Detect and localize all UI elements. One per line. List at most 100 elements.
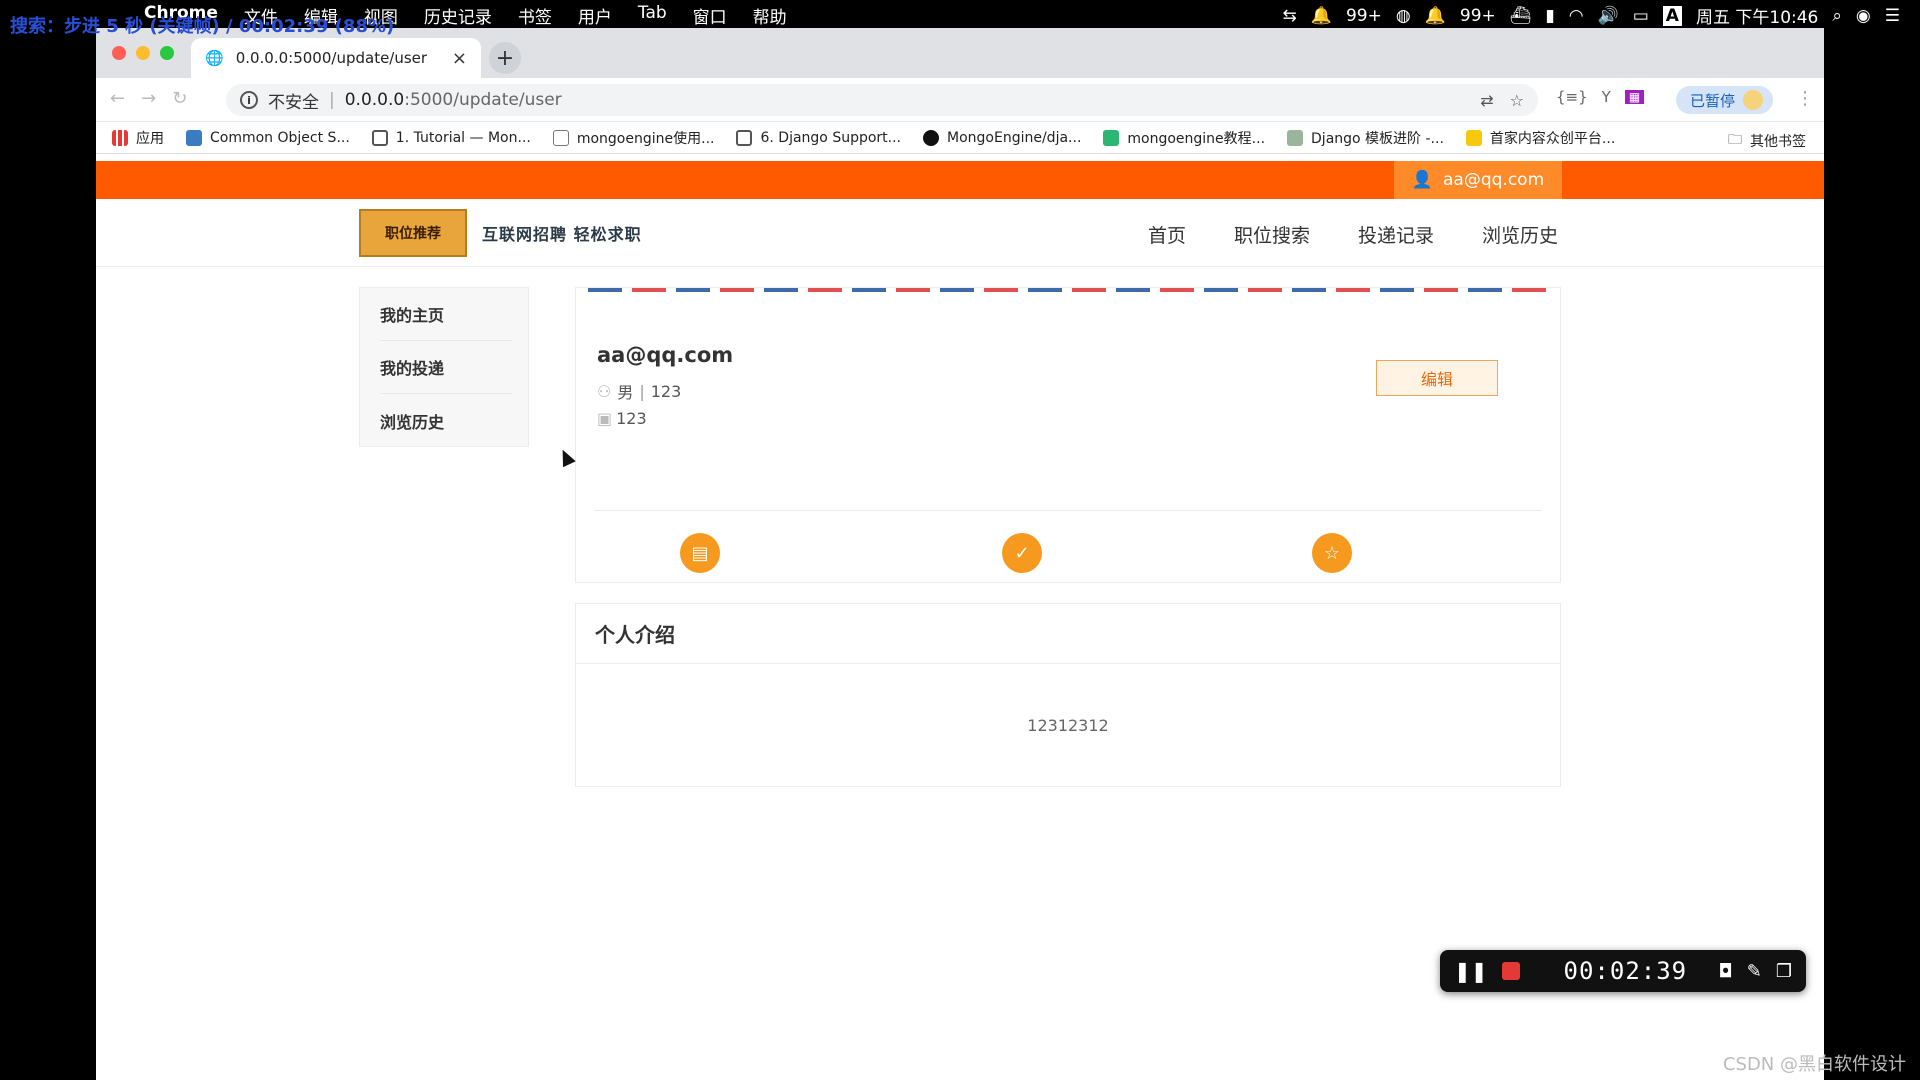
- sidebar-item-applications[interactable]: 我的投递: [380, 341, 512, 394]
- bookmark-item[interactable]: MongoEngine/dja...: [923, 129, 1082, 146]
- json-extension-icon[interactable]: {≡}: [1556, 88, 1588, 106]
- pause-icon[interactable]: ❚❚: [1454, 959, 1488, 983]
- siri-icon[interactable]: ◉: [1856, 6, 1871, 26]
- volume-icon[interactable]: 🔊: [1598, 6, 1619, 26]
- screen-recorder-bar: ❚❚ 00:02:39 ◘ ✎ ❐: [1440, 950, 1806, 992]
- battery-icon[interactable]: ▭: [1633, 6, 1649, 26]
- watermark: CSDN @黑白软件设计: [1722, 1054, 1906, 1075]
- nav-home[interactable]: 首页: [1148, 221, 1186, 248]
- nav-history[interactable]: 浏览历史: [1482, 221, 1558, 248]
- edit-button[interactable]: 编辑: [1376, 360, 1498, 396]
- briefcase-icon: ▣: [597, 409, 613, 428]
- bookmark-item[interactable]: 首家内容众创平台...: [1465, 128, 1615, 148]
- docker-icon[interactable]: ⛴: [1510, 6, 1532, 26]
- sidebar-item-history[interactable]: 浏览历史: [380, 394, 512, 447]
- bookmark-label: MongoEngine/dja...: [947, 129, 1082, 146]
- teamviewer-icon[interactable]: ⇆: [1283, 6, 1297, 26]
- site-icon: [1465, 129, 1482, 146]
- close-window-button[interactable]: [112, 46, 126, 60]
- qq-badge-1: 99+: [1345, 5, 1382, 26]
- github-icon: [923, 129, 940, 146]
- menu-help[interactable]: 帮助: [753, 3, 787, 28]
- minimize-window-button[interactable]: [136, 46, 150, 60]
- stop-icon[interactable]: [1501, 962, 1520, 980]
- nav-applications[interactable]: 投递记录: [1358, 221, 1434, 248]
- bookmark-item[interactable]: mongoengine教程...: [1103, 128, 1265, 148]
- profile-avatar: [1743, 90, 1764, 110]
- bookmark-item[interactable]: Django 模板进阶 -...: [1287, 128, 1444, 148]
- control-center-icon[interactable]: ☰: [1885, 6, 1900, 26]
- python-icon: [186, 129, 202, 146]
- profile-paused-button[interactable]: 已暂停: [1676, 86, 1774, 114]
- menu-history[interactable]: 历史记录: [424, 3, 492, 28]
- menu-user[interactable]: 用户: [578, 3, 612, 28]
- clipboard-check-icon[interactable]: ✓: [1002, 533, 1042, 573]
- info-icon[interactable]: i: [240, 91, 258, 109]
- star-icon[interactable]: ☆: [1312, 533, 1352, 573]
- doc-icon: [736, 129, 753, 146]
- qq-bell-icon-2[interactable]: 🔔: [1425, 6, 1446, 26]
- profile-age: 123: [650, 381, 682, 401]
- other-bookmarks-label: 其他书签: [1750, 134, 1806, 150]
- profile-card: aa@qq.com ⚇ 男 | 123 ▣ 123 编辑 ▤ ✓ ☆: [575, 287, 1561, 583]
- bookmark-star-icon[interactable]: ☆: [1510, 91, 1524, 110]
- notification-icon[interactable]: ▮: [1545, 6, 1554, 26]
- site-logo[interactable]: 职位推荐: [359, 209, 467, 257]
- address-separator: |: [329, 90, 335, 110]
- nav-buttons: ← → ↻: [110, 88, 187, 109]
- tab-close-icon[interactable]: ×: [452, 48, 467, 69]
- info-divider: |: [639, 381, 645, 401]
- yandex-extension-icon[interactable]: Y: [1602, 88, 1611, 106]
- spotlight-icon[interactable]: ⌕: [1832, 6, 1842, 26]
- forward-icon[interactable]: →: [141, 88, 156, 109]
- bookmark-label: mongoengine使用...: [576, 130, 715, 147]
- bookmark-item[interactable]: 6. Django Support...: [736, 129, 901, 146]
- bookmark-item[interactable]: Common Object S...: [186, 129, 350, 146]
- other-bookmarks[interactable]: 🗀 其他书签: [1728, 129, 1806, 153]
- site-header: 职位推荐 互联网招聘 轻松求职 首页 职位搜索 投递记录 浏览历史: [96, 199, 1824, 267]
- bookmark-apps[interactable]: 应用: [112, 128, 164, 148]
- back-icon[interactable]: ←: [110, 88, 125, 109]
- window-icon[interactable]: ❐: [1776, 961, 1792, 982]
- new-tab-button[interactable]: +: [489, 42, 521, 74]
- resume-icon[interactable]: ▤: [680, 533, 720, 573]
- user-icon: 👤: [1411, 170, 1434, 190]
- bookmark-item[interactable]: 1. Tutorial — Mon...: [371, 129, 531, 146]
- site-topbar: 👤 aa@qq.com: [96, 161, 1824, 199]
- doc-icon: [371, 129, 388, 146]
- pen-icon[interactable]: ✎: [1747, 961, 1762, 982]
- folder-icon: 🗀: [1728, 132, 1742, 148]
- camera-icon[interactable]: ◘: [1719, 961, 1733, 982]
- insecure-label[interactable]: 不安全: [268, 88, 319, 113]
- wifi-icon[interactable]: ◠: [1569, 6, 1584, 26]
- window-controls: [112, 46, 174, 60]
- web-page: 👤 aa@qq.com 职位推荐 互联网招聘 轻松求职 首页 职位搜索 投递记录…: [96, 161, 1824, 1080]
- profile-extra: ▣ 123: [597, 409, 647, 428]
- address-bar[interactable]: i 不安全 | 0.0.0.0 :5000/update/user ⇄ ☆: [226, 84, 1538, 116]
- reload-icon[interactable]: ↻: [172, 88, 187, 109]
- browser-menu-icon[interactable]: ⋮: [1796, 88, 1814, 109]
- sidebar-item-home[interactable]: 我的主页: [380, 288, 512, 341]
- site-slogan: 互联网招聘 轻松求职: [482, 225, 642, 244]
- input-method-icon[interactable]: A: [1662, 5, 1682, 26]
- user-menu[interactable]: 👤 aa@qq.com: [1394, 161, 1562, 199]
- user-sidebar: 我的主页 我的投递 浏览历史: [359, 287, 529, 447]
- tab-title: 0.0.0.0:5000/update/user: [235, 49, 428, 67]
- clock[interactable]: 周五 下午10:46: [1696, 3, 1818, 28]
- menu-window[interactable]: 窗口: [693, 3, 727, 28]
- tab-active[interactable]: 🌐 0.0.0.0:5000/update/user ×: [191, 38, 481, 78]
- ocr-extension-icon[interactable]: ▦: [1624, 90, 1645, 104]
- maximize-window-button[interactable]: [160, 46, 174, 60]
- menu-bookmarks[interactable]: 书签: [518, 3, 552, 28]
- bookmark-item[interactable]: mongoengine使用...: [552, 128, 715, 148]
- apps-grid-icon: [112, 129, 128, 146]
- person-icon: ⚇: [597, 381, 612, 401]
- menu-tab[interactable]: Tab: [638, 3, 667, 28]
- browser-window: 🌐 0.0.0.0:5000/update/user × + ← → ↻ i 不…: [96, 28, 1824, 1080]
- qq-bell-icon[interactable]: 🔔: [1311, 6, 1332, 26]
- translate-icon[interactable]: ⇄: [1480, 91, 1493, 110]
- bookmark-label: mongoengine教程...: [1127, 130, 1266, 147]
- nav-job-search[interactable]: 职位搜索: [1234, 221, 1310, 248]
- runoob-icon: [1103, 129, 1120, 146]
- wechat-icon[interactable]: ◍: [1396, 6, 1411, 26]
